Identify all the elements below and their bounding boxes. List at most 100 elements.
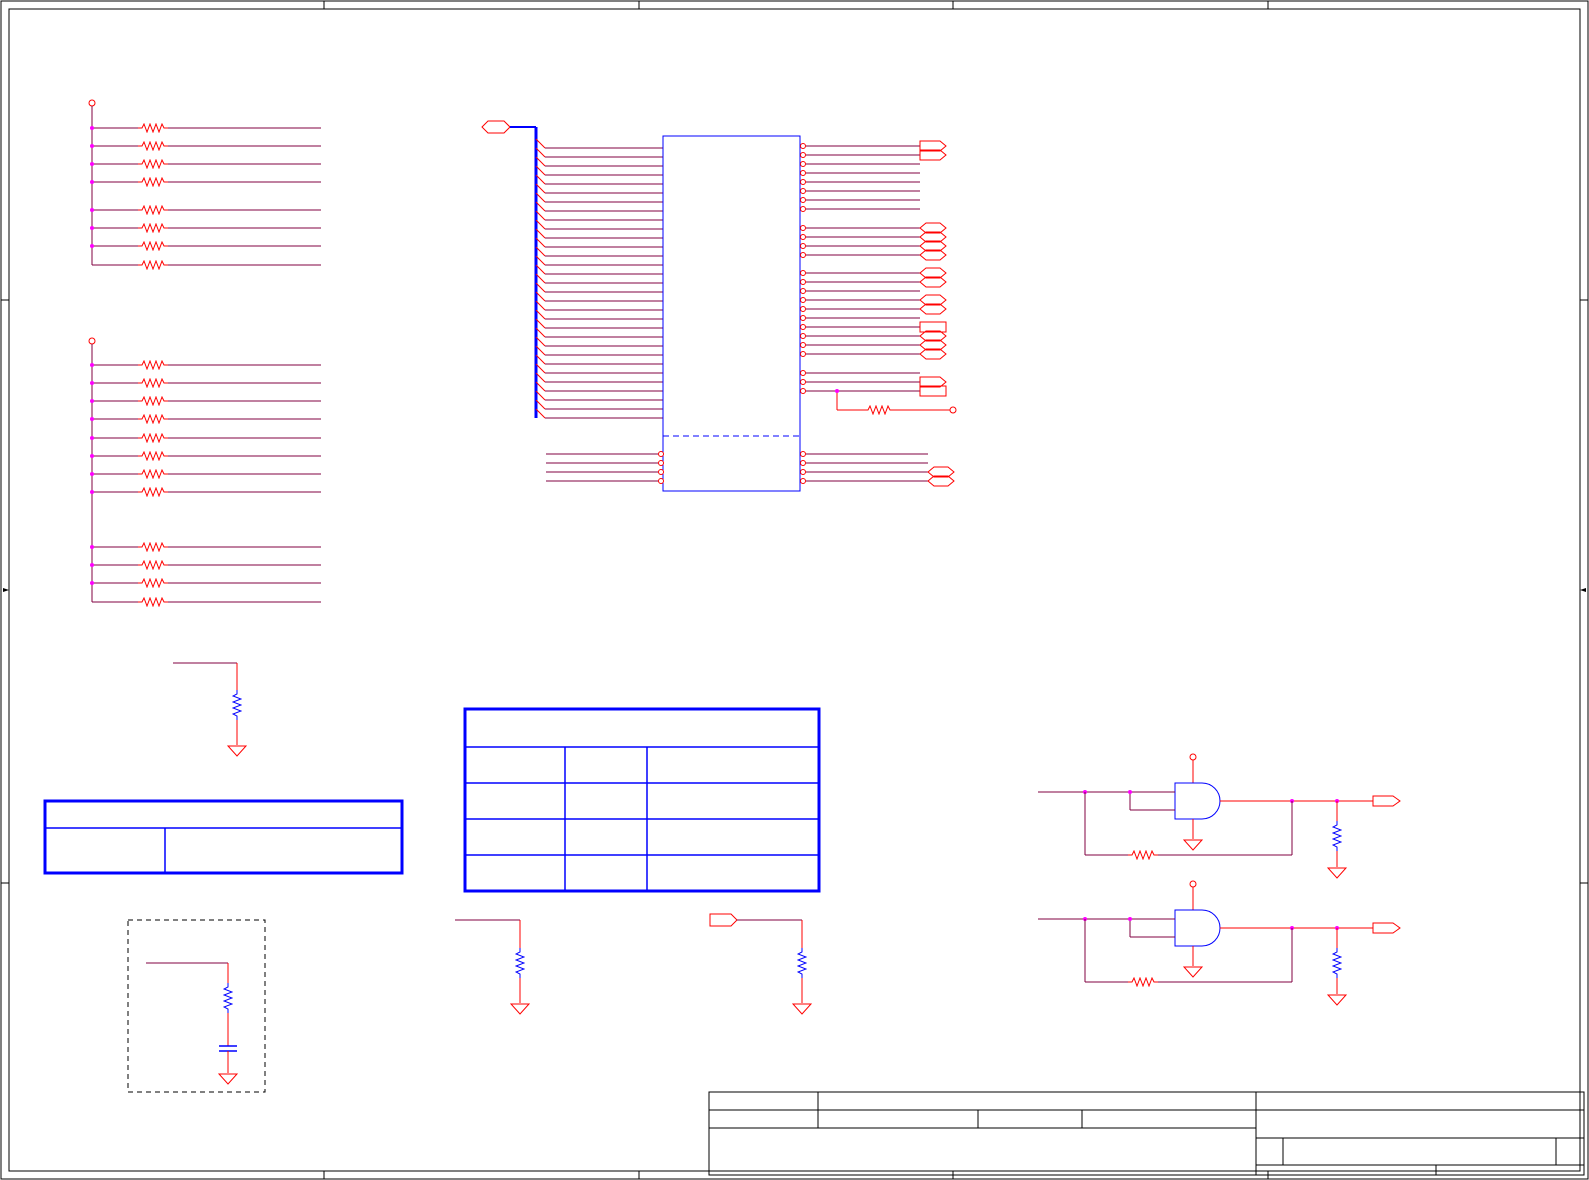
pin-bubble xyxy=(800,342,806,348)
pin-bubble xyxy=(800,469,806,475)
junction-dot xyxy=(90,563,94,567)
bus-connector-port[interactable] xyxy=(481,120,511,134)
ground-icon xyxy=(510,1003,530,1015)
pin-bubble xyxy=(800,170,806,176)
power-pin-icon xyxy=(88,99,96,107)
ground-icon xyxy=(1183,966,1203,978)
pin-bubble xyxy=(800,351,806,357)
junction-dot xyxy=(90,126,94,130)
rc-network-box xyxy=(127,919,266,1093)
pin-bubble xyxy=(800,206,806,212)
pin-bubble xyxy=(800,324,806,330)
sheet-border-outer xyxy=(0,0,1589,1180)
and-gate-circuit-2 xyxy=(1038,880,1401,1006)
port-connector-icon[interactable] xyxy=(709,913,738,927)
resistor-icon xyxy=(138,223,168,233)
pin-bubble xyxy=(800,333,806,339)
pulldown-resistor-3 xyxy=(709,913,812,1015)
ground-icon xyxy=(1327,867,1347,879)
resistor-icon xyxy=(1332,821,1342,851)
port-connector-icon xyxy=(1372,795,1401,807)
junction-dot xyxy=(90,472,94,476)
ic-package xyxy=(662,135,801,492)
pin-bubble xyxy=(800,478,806,484)
resistor-icon xyxy=(138,260,168,270)
resistor-icon xyxy=(1128,850,1158,860)
resistor-icon xyxy=(138,123,168,133)
junction-dot xyxy=(90,363,94,367)
pin-bubble xyxy=(800,270,806,276)
pin-bubble xyxy=(800,288,806,294)
zone-ticks xyxy=(1,1,1588,1179)
pin-bubble xyxy=(800,234,806,240)
resistor-icon xyxy=(138,396,168,406)
pin-bubble xyxy=(800,188,806,194)
resistor-icon xyxy=(138,433,168,443)
title-block xyxy=(708,1091,1585,1176)
power-pin-icon xyxy=(88,337,96,345)
resistor-icon xyxy=(138,141,168,151)
junction-dot xyxy=(90,244,94,248)
resistor-icon xyxy=(1332,948,1342,978)
pin-bubble xyxy=(800,243,806,249)
resistor-icon xyxy=(1128,977,1158,987)
junction-dot xyxy=(90,436,94,440)
resistor-icon xyxy=(138,177,168,187)
resistor-icon xyxy=(138,159,168,169)
pin-bubble xyxy=(800,379,806,385)
resistor-icon xyxy=(797,948,807,978)
resistor-icon xyxy=(138,578,168,588)
pin-bubble xyxy=(800,197,806,203)
junction-dot xyxy=(90,490,94,494)
ic-output-ports xyxy=(919,140,955,487)
pin-bubble xyxy=(658,460,664,466)
and-gate-icon xyxy=(1174,909,1221,947)
ic-bottom-pins xyxy=(546,451,928,484)
pin-bubble xyxy=(800,315,806,321)
pin-bubble xyxy=(658,469,664,475)
pin-bubble xyxy=(800,279,806,285)
ic-pullup-branch xyxy=(835,389,957,415)
pullup-resistor-bank-2 xyxy=(88,337,321,607)
resistor-icon xyxy=(138,241,168,251)
resistor-icon xyxy=(232,690,242,720)
pulldown-resistor-2 xyxy=(455,919,530,1015)
resistor-icon xyxy=(138,542,168,552)
junction-dot xyxy=(90,226,94,230)
power-pin-icon xyxy=(949,406,957,414)
port-connector-icon xyxy=(1372,922,1401,934)
ground-icon xyxy=(792,1003,812,1015)
junction-dot xyxy=(90,144,94,148)
junction-dot xyxy=(90,162,94,166)
pin-bubble xyxy=(800,297,806,303)
pin-bubble xyxy=(800,152,806,158)
junction-dot xyxy=(90,399,94,403)
resistor-icon xyxy=(138,451,168,461)
resistor-icon xyxy=(138,560,168,570)
schematic-sheet xyxy=(0,0,1589,1180)
ground-icon xyxy=(1183,839,1203,851)
pin-bubble xyxy=(800,161,806,167)
ground-icon xyxy=(218,1073,238,1085)
junction-dot xyxy=(835,389,839,393)
power-pin-icon xyxy=(1189,753,1197,761)
and-gate-circuit-1 xyxy=(1038,753,1401,879)
pin-bubble xyxy=(800,451,806,457)
resistor-icon xyxy=(138,487,168,497)
junction-dot xyxy=(90,180,94,184)
ground-icon xyxy=(1327,994,1347,1006)
bus-entries xyxy=(535,138,663,419)
resistor-icon xyxy=(138,205,168,215)
capacitor-icon xyxy=(219,1045,237,1052)
junction-dot xyxy=(90,545,94,549)
info-table-1 xyxy=(43,799,404,875)
junction-dot xyxy=(1128,917,1132,921)
pin-bubble xyxy=(800,306,806,312)
junction-dot xyxy=(90,381,94,385)
pin-bubble xyxy=(800,225,806,231)
schematic-canvas xyxy=(0,0,1589,1180)
power-pin-icon xyxy=(1189,880,1197,888)
resistor-icon xyxy=(864,405,894,415)
pin-bubble xyxy=(800,388,806,394)
pin-bubble xyxy=(800,460,806,466)
